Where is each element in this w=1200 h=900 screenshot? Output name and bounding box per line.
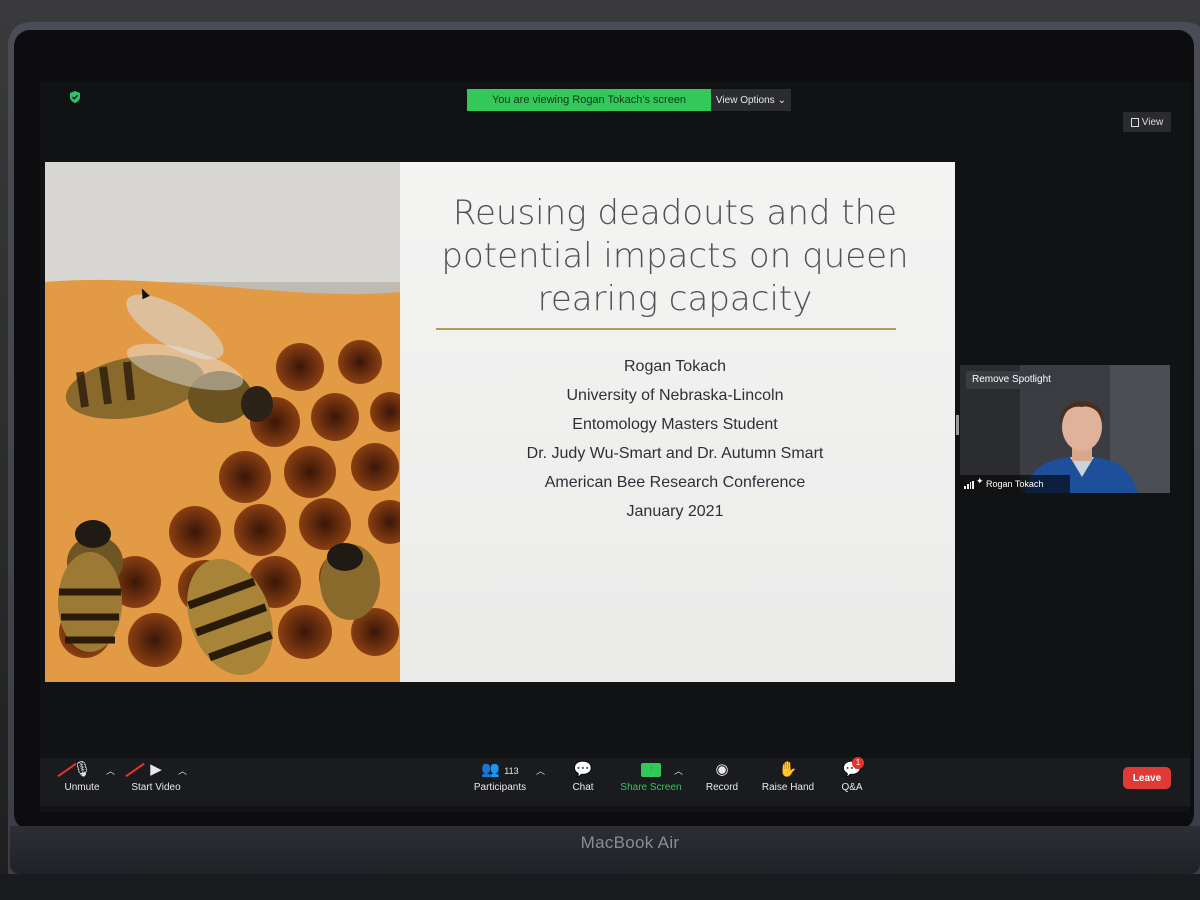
title-divider: [436, 328, 896, 330]
remove-spotlight-button[interactable]: Remove Spotlight: [966, 371, 1057, 389]
participants-button[interactable]: 👥 113 Participants: [468, 761, 532, 793]
keyboard-edge: [0, 874, 1200, 900]
participants-label: Participants: [473, 782, 527, 793]
slide-title-line: Reusing deadouts and the: [452, 193, 898, 233]
date: January 2021: [626, 503, 724, 520]
unmute-label: Unmute: [64, 782, 100, 793]
leave-button[interactable]: Leave: [1123, 767, 1171, 789]
participants-caret-icon[interactable]: ︿: [536, 764, 545, 777]
view-options-button[interactable]: View Options ⌄: [711, 89, 791, 111]
chevron-down-icon: ⌄: [777, 94, 787, 106]
chat-icon: 💬: [573, 761, 593, 778]
unmute-button[interactable]: 🎙 Unmute: [58, 761, 106, 793]
qa-label: Q&A: [841, 782, 863, 793]
program: Entomology Masters Student: [572, 416, 778, 433]
slide-title-line: rearing capacity: [537, 279, 813, 319]
qa-badge: 1: [852, 757, 864, 769]
record-button[interactable]: ◉ Record: [704, 761, 740, 793]
chat-label: Chat: [572, 782, 594, 793]
slide-details: Rogan Tokach University of Nebraska-Linc…: [420, 352, 930, 526]
honeycomb-bees-image: [45, 162, 400, 682]
video-off-icon: ▶: [126, 761, 186, 779]
honeybee-photo: [45, 162, 400, 682]
qa-icon: 💬 1: [838, 757, 866, 779]
raise-hand-button[interactable]: ✋ Raise Hand: [760, 761, 816, 793]
record-label: Record: [705, 782, 739, 793]
laptop-brand-label: MacBook Air: [580, 833, 680, 852]
chat-button[interactable]: 💬 Chat: [566, 761, 600, 793]
slide-text-panel: Reusing deadouts and the potential impac…: [400, 162, 955, 682]
share-screen-caret-icon[interactable]: ︿: [674, 764, 683, 777]
viewing-screen-banner: You are viewing Rogan Tokach's screen: [467, 89, 711, 111]
audio-options-caret-icon[interactable]: ︿: [106, 764, 115, 777]
pin-icon: ✦: [976, 476, 984, 486]
slide-title-line: potential impacts on queen: [441, 236, 909, 276]
presenter-name: Rogan Tokach: [624, 358, 726, 375]
shared-slide: Reusing deadouts and the potential impac…: [45, 162, 955, 682]
share-screen-label: Share Screen: [620, 782, 682, 793]
security-shield-icon[interactable]: [68, 90, 82, 104]
start-video-button[interactable]: ▶ Start Video: [126, 761, 186, 793]
speaker-video-tile[interactable]: Remove Spotlight ✦ Rogan Tokach: [960, 365, 1170, 493]
connection-signal-icon: [964, 481, 974, 489]
view-button[interactable]: View: [1123, 112, 1171, 132]
record-icon: ◉: [715, 761, 729, 778]
slide-title: Reusing deadouts and the potential impac…: [420, 192, 930, 321]
participants-count: 113: [504, 766, 519, 776]
speaker-name-label: ✦ Rogan Tokach: [960, 475, 1070, 493]
conference: American Bee Research Conference: [544, 474, 806, 491]
advisors: Dr. Judy Wu-Smart and Dr. Autumn Smart: [526, 445, 824, 462]
raise-hand-label: Raise Hand: [761, 782, 815, 793]
photo-scene: You are viewing Rogan Tokach's screen Vi…: [0, 0, 1200, 900]
share-screen-icon: ↑: [641, 763, 661, 777]
start-video-label: Start Video: [131, 782, 181, 793]
qa-button[interactable]: 💬 1 Q&A: [838, 757, 866, 793]
view-layout-icon: [1130, 117, 1139, 127]
university: University of Nebraska-Lincoln: [566, 387, 784, 404]
speaker-name: Rogan Tokach: [986, 479, 1044, 489]
microphone-muted-icon: 🎙: [58, 761, 106, 779]
view-options-label: View Options: [715, 94, 775, 106]
video-options-caret-icon[interactable]: ︿: [178, 764, 187, 777]
raise-hand-icon: ✋: [778, 761, 798, 778]
participants-icon: 👥 113: [481, 761, 519, 778]
splitter-handle[interactable]: [956, 415, 959, 435]
view-button-label: View: [1141, 116, 1164, 128]
meeting-toolbar: 🎙 Unmute ︿ ▶ Start Video ︿ 👥 113 Partici…: [40, 757, 1190, 806]
zoom-window: You are viewing Rogan Tokach's screen Vi…: [40, 82, 1190, 812]
